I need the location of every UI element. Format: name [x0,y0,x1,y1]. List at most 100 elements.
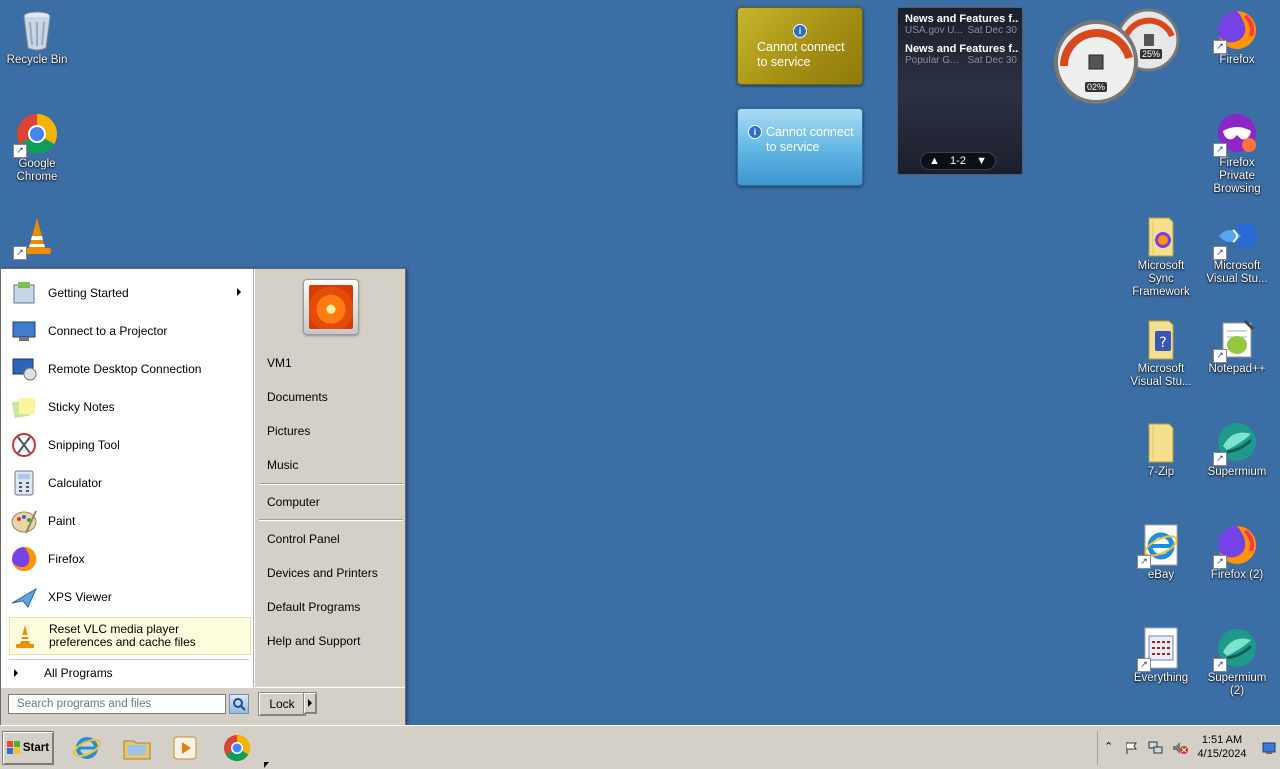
desktop-icon-label: Supermium (2) [1207,672,1267,697]
menu-link-music[interactable]: Music [267,458,298,472]
everything-icon: ↗ [1137,626,1183,672]
sticky-notes-icon [9,392,39,422]
feed-source: Popular G... [905,55,959,66]
menu-item-xps-viewer[interactable]: XPS Viewer [9,579,249,615]
memory-value: 25% [1140,49,1163,59]
desktop-icon-ms-visual-studio-folder[interactable]: ? Microsoft Visual Stu... [1124,317,1198,389]
svg-text:?: ? [1159,335,1166,351]
menu-link-pictures[interactable]: Pictures [267,424,310,438]
desktop-icon-notepadpp[interactable]: ↗ Notepad++ [1200,317,1274,376]
menu-item-connect-projector[interactable]: Connect to a Projector [9,313,249,349]
menu-item-label: Connect to a Projector [48,324,168,338]
vlc-icon: ↗ [13,214,59,260]
menu-link-control-panel[interactable]: Control Panel [267,532,340,546]
projector-icon [9,316,39,346]
feed-item[interactable]: News and Features f... USA.gov U... Sat D… [898,8,1022,36]
menu-link-documents[interactable]: Documents [267,390,328,404]
start-menu-places-pane: VM1 Documents Pictures Music Computer Co… [255,269,405,687]
desktop-icon-7zip[interactable]: 7-Zip [1124,420,1198,479]
shutdown-options-arrow[interactable] [303,692,317,714]
desktop-icon-label: 7-Zip [1147,466,1175,478]
desktop-icon-label: Everything [1133,672,1189,684]
menu-link-computer[interactable]: Computer [267,495,320,509]
desktop-icon-firefox[interactable]: ↗ Firefox [1200,8,1274,67]
notification-area: ⌃ 1:51 AM 4/15/2024 [1097,731,1280,765]
desktop-icon-label: Supermium [1207,466,1267,478]
system-clock[interactable]: 1:51 AM 4/15/2024 [1190,733,1254,761]
weather-status-text: Cannot connect to service [766,125,854,154]
internet-explorer-icon[interactable] [70,731,104,765]
desktop-icon-everything[interactable]: ↗ Everything [1124,626,1198,685]
firefox-icon [9,544,39,574]
menu-link-default-programs[interactable]: Default Programs [267,600,360,614]
weather-status-text: Cannot connect to service [757,40,845,69]
folder-icon [1139,420,1183,464]
ie-icon: ↗ [1137,523,1183,569]
search-input[interactable] [8,694,226,714]
desktop-icon-google-chrome[interactable]: ↗ Google Chrome [0,112,74,184]
menu-link-help-support[interactable]: Help and Support [267,634,360,648]
firefox-icon: ↗ [1213,523,1259,569]
volume-muted-icon[interactable] [1172,741,1188,755]
desktop-icon-visual-studio[interactable]: ↗ Microsoft Visual Stu... [1200,214,1274,286]
desktop-icon-label: eBay [1147,569,1175,581]
desktop-icon-firefox-private[interactable]: ↗ Firefox Private Browsing [1200,111,1274,196]
desktop-icon-ebay[interactable]: ↗ eBay [1124,523,1198,582]
network-icon[interactable] [1148,741,1163,755]
weather-gadget[interactable]: i Cannot connect to service [737,7,863,85]
recycle-bin-icon [15,8,59,52]
start-menu: Getting Started Connect to a Projector R… [0,268,406,725]
desktop-icon-vlc[interactable]: ↗ [0,214,74,260]
desktop-icon-recycle-bin[interactable]: Recycle Bin [0,8,74,67]
action-center-flag-icon[interactable] [1124,741,1138,755]
desktop-icon-ms-sync[interactable]: Microsoft Sync Framework [1124,214,1198,299]
menu-item-sticky-notes[interactable]: Sticky Notes [9,389,249,425]
menu-item-firefox[interactable]: Firefox [9,541,249,577]
search-icon[interactable] [229,694,249,714]
all-programs-button[interactable]: All Programs [9,659,249,686]
shortcut-arrow-icon: ↗ [13,144,27,158]
menu-item-reset-vlc[interactable]: Reset VLC media player preferences and c… [9,617,251,655]
menu-item-calculator[interactable]: Calculator [9,465,249,501]
feed-item[interactable]: News and Features f... Popular G... Sat D… [898,36,1022,66]
menu-item-remote-desktop[interactable]: Remote Desktop Connection [9,351,249,387]
cpu-meter-gadget[interactable]: 02% 25% [1054,6,1184,106]
supermium-icon: ↗ [1213,420,1259,466]
supermium-icon: ↗ [1213,626,1259,672]
cpu-value: 02% [1085,82,1108,92]
lock-button[interactable]: Lock [258,692,306,716]
desktop-icon-label: Microsoft Visual Stu... [1130,363,1192,388]
desktop-icon-label: Microsoft Visual Stu... [1206,260,1268,285]
show-desktop-icon[interactable] [1262,741,1276,755]
start-button[interactable]: Start [2,731,54,765]
flower-avatar-icon [309,285,353,329]
menu-item-snipping-tool[interactable]: Snipping Tool [9,427,249,463]
user-picture[interactable] [303,279,359,335]
info-icon: i [793,24,807,38]
getting-started-icon [9,278,39,308]
desktop-icon-label: Google Chrome [16,158,58,183]
desktop-icon-label: Notepad++ [1208,363,1266,375]
pager-up-icon[interactable]: ▲ [929,155,940,167]
menu-link-user[interactable]: VM1 [267,356,292,370]
visual-studio-icon: ↗ [1213,214,1259,260]
menu-item-getting-started[interactable]: Getting Started [9,275,249,311]
pager-down-icon[interactable]: ▼ [976,155,987,167]
menu-link-devices-printers[interactable]: Devices and Printers [267,566,378,580]
desktop-icon-firefox-2[interactable]: ↗ Firefox (2) [1200,523,1274,582]
file-explorer-icon[interactable] [120,731,154,765]
desktop-icon-label: Firefox (2) [1210,569,1264,581]
shortcut-arrow-icon: ↗ [1213,349,1227,363]
chrome-icon[interactable] [220,731,254,765]
weather-gadget-2[interactable]: i Cannot connect to service [737,108,863,186]
desktop-icon-supermium-2[interactable]: ↗ Supermium (2) [1200,626,1274,698]
desktop-icon-supermium[interactable]: ↗ Supermium [1200,420,1274,479]
menu-item-paint[interactable]: Paint [9,503,249,539]
media-player-icon[interactable] [168,731,202,765]
show-hidden-icons-chevron-icon[interactable]: ⌃ [1104,741,1118,755]
folder-icon [1139,214,1183,258]
menu-item-label: Calculator [48,476,103,490]
shortcut-arrow-icon: ↗ [1213,452,1227,466]
firefox-icon: ↗ [1213,8,1259,54]
feed-headlines-gadget[interactable]: News and Features f... USA.gov U... Sat D… [897,7,1023,175]
